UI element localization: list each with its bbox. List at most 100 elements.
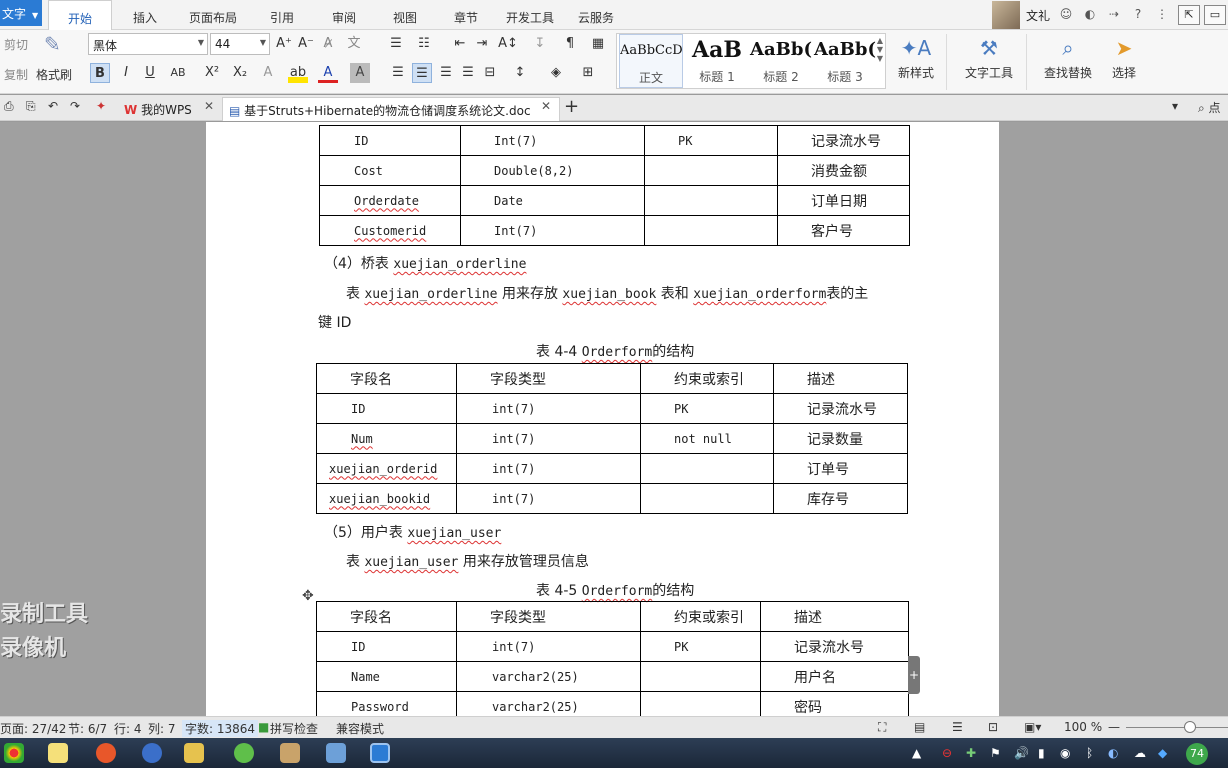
line-spacing-icon[interactable]: ↕ <box>510 63 530 83</box>
spell-check-button[interactable]: 拼写检查 <box>270 720 318 737</box>
document-area[interactable]: ID Int(7) PK 记录流水号 Cost Double(8,2) 消费金额… <box>0 122 1228 716</box>
bluetooth-icon[interactable]: ᛒ <box>1086 746 1093 760</box>
justify-icon[interactable]: ☰ <box>458 63 478 83</box>
share-icon[interactable]: ⇢ <box>1105 7 1123 23</box>
skin-icon[interactable]: ◐ <box>1081 7 1099 23</box>
table-borders-icon[interactable]: ⊞ <box>578 63 598 83</box>
restore-window-icon[interactable]: ⇱ <box>1178 5 1200 25</box>
app-icon[interactable] <box>142 743 162 763</box>
notification-badge[interactable]: 74 <box>1186 743 1208 765</box>
zoom-out-icon[interactable]: — <box>1108 720 1120 734</box>
text-tools-button[interactable]: ⚒ 文字工具 <box>958 36 1020 81</box>
find-replace-button[interactable]: ⌕ 查找替换 <box>1036 36 1100 81</box>
chrome-icon[interactable] <box>4 743 24 763</box>
page-view-icon[interactable]: ▤ <box>914 720 925 734</box>
reading-view-icon[interactable]: ▣▾ <box>1024 720 1041 734</box>
app-icon[interactable] <box>326 743 346 763</box>
app-icon[interactable] <box>96 743 116 763</box>
phonetic-icon[interactable]: 文 <box>344 34 364 54</box>
tab-list-icon[interactable]: ▾ <box>1172 99 1178 113</box>
style-normal[interactable]: AaBbCcD 正文 <box>619 34 683 88</box>
select-button[interactable]: ➤ 选择 <box>1104 36 1144 81</box>
tray-icon[interactable]: ◉ <box>1060 746 1070 760</box>
tray-icon[interactable]: ☁ <box>1134 746 1146 760</box>
align-center-icon[interactable]: ☰ <box>412 63 432 83</box>
tray-icon[interactable]: ✚ <box>966 746 976 760</box>
gallery-scroll-icon[interactable]: ▲ ▼ ▼ <box>877 36 883 63</box>
italic-button[interactable]: I <box>116 63 136 83</box>
tab-current-document[interactable]: ▤ 基于Struts+Hibernate的物流仓储调度系统论文.doc <box>222 97 560 121</box>
copy-button[interactable]: 复制 <box>4 66 28 83</box>
char-shading-icon[interactable]: A <box>350 63 370 83</box>
avatar[interactable] <box>991 1 1020 29</box>
outdent-icon[interactable]: ⇤ <box>450 34 470 54</box>
volume-icon[interactable]: 🔊 <box>1014 746 1029 760</box>
close-icon[interactable]: ✕ <box>204 99 214 113</box>
borders-icon[interactable]: ▦ <box>588 34 608 54</box>
highlight-icon[interactable]: ab <box>288 63 308 83</box>
sort-icon[interactable]: ↧ <box>530 34 550 54</box>
side-panel-toggle[interactable]: + <box>908 656 920 694</box>
wps-writer-icon[interactable] <box>370 743 390 763</box>
style-heading-2[interactable]: AaBb( 标题 2 <box>749 34 813 88</box>
style-heading-1[interactable]: AaB 标题 1 <box>685 34 749 88</box>
zoom-slider-knob[interactable] <box>1184 721 1196 733</box>
bullets-icon[interactable]: ☰ <box>386 34 406 54</box>
table-move-handle-icon[interactable]: ✥ <box>302 588 314 604</box>
network-icon[interactable]: ▮ <box>1038 746 1045 760</box>
search-icon[interactable]: ⌕ 点 <box>1198 99 1221 116</box>
tab-page-layout[interactable]: 页面布局 <box>176 0 250 30</box>
indent-icon[interactable]: ⇥ <box>472 34 492 54</box>
undo-icon[interactable]: ↶ <box>48 99 58 113</box>
text-effect-icon[interactable]: A <box>258 63 278 83</box>
smile-icon[interactable]: ☺ <box>1057 7 1075 23</box>
zoom-level[interactable]: 100 % <box>1064 720 1102 734</box>
tab-cloud[interactable]: 云服务 <box>564 0 628 30</box>
tray-icon[interactable]: ⚑ <box>990 746 1001 760</box>
web-view-icon[interactable]: ⊡ <box>988 720 998 734</box>
window-close-icon[interactable]: ▭ <box>1204 5 1226 25</box>
tab-developer[interactable]: 开发工具 <box>496 0 564 30</box>
new-style-button[interactable]: ✦A 新样式 <box>890 36 942 81</box>
underline-button[interactable]: U <box>140 63 160 83</box>
cut-button[interactable]: 剪切 <box>4 36 28 53</box>
shading-icon[interactable]: ◈ <box>546 63 566 83</box>
tab-references[interactable]: 引用 <box>250 0 314 30</box>
align-left-icon[interactable]: ☰ <box>388 63 408 83</box>
app-icon[interactable] <box>234 743 254 763</box>
show-marks-icon[interactable]: ¶ <box>560 34 580 54</box>
tab-insert[interactable]: 插入 <box>114 0 176 30</box>
word-count[interactable]: 字数: 13864 <box>182 720 259 737</box>
quick-access-icon[interactable]: ✦ <box>96 99 106 113</box>
grow-font-icon[interactable]: A⁺ <box>274 34 294 54</box>
tab-review[interactable]: 审阅 <box>314 0 374 30</box>
clear-format-icon[interactable]: A̷ <box>318 34 338 54</box>
outline-view-icon[interactable]: ☰ <box>952 720 963 734</box>
help-icon[interactable]: ? <box>1129 7 1147 23</box>
zoom-slider[interactable] <box>1126 727 1228 728</box>
folder-icon[interactable] <box>184 743 204 763</box>
page-indicator[interactable]: 页面: 27/42 <box>0 720 66 737</box>
tray-icon[interactable]: ⊖ <box>942 746 952 760</box>
tab-chapter[interactable]: 章节 <box>436 0 496 30</box>
format-painter-button[interactable]: 格式刷 <box>36 66 72 83</box>
font-name-select[interactable]: 黑体 ▼ <box>88 33 208 55</box>
bold-button[interactable]: B <box>90 63 110 83</box>
text-direction-icon[interactable]: A↕ <box>498 34 518 54</box>
app-icon[interactable] <box>280 743 300 763</box>
strikethrough-button[interactable]: AB <box>168 63 188 83</box>
new-tab-icon[interactable]: + <box>564 96 579 117</box>
user-name[interactable]: 文礼 <box>1026 7 1050 24</box>
distributed-icon[interactable]: ⊟ <box>480 63 500 83</box>
font-color-icon[interactable]: A <box>318 63 338 83</box>
tray-icon[interactable]: ◆ <box>1158 746 1167 760</box>
print-preview-icon[interactable]: ⎘ <box>26 99 36 114</box>
numbering-icon[interactable]: ☷ <box>414 34 434 54</box>
print-icon[interactable]: ⎙ <box>4 99 14 114</box>
fullscreen-icon[interactable]: ⛶ <box>878 720 886 735</box>
document-page[interactable]: ID Int(7) PK 记录流水号 Cost Double(8,2) 消费金额… <box>206 122 999 716</box>
redo-icon[interactable]: ↷ <box>70 99 80 113</box>
notepad-icon[interactable] <box>48 743 68 763</box>
tray-icon[interactable]: ◐ <box>1108 746 1118 760</box>
app-menu-button[interactable]: 文字 ▼ <box>0 0 42 26</box>
